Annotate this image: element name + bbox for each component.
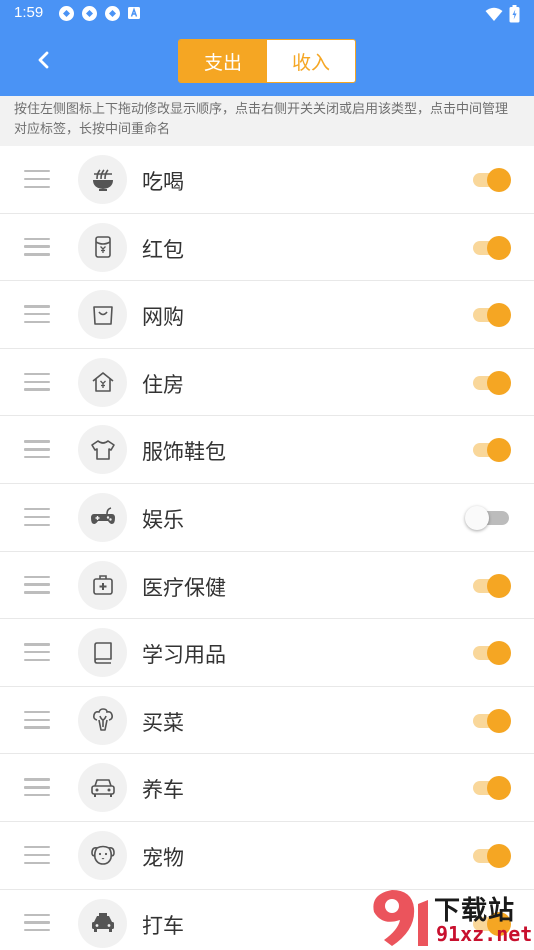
system-icons [485,5,520,27]
category-name[interactable]: 医疗保健 [142,572,226,602]
status-bar: 1:59 [0,0,534,28]
drag-handle-icon[interactable] [24,643,50,663]
drag-handle-icon[interactable] [24,575,50,596]
category-icon-button[interactable] [78,357,127,407]
drag-handle-icon[interactable] [24,372,50,393]
instruction-text: 按住左侧图标上下拖动修改显示顺序，点击右侧开关关闭或启用该类型，点击中间管理对应… [0,96,534,146]
category-row: 宠物 [0,821,534,890]
category-name[interactable]: 娱乐 [142,504,184,534]
house-icon [92,372,113,393]
notification-icons [58,5,144,22]
category-name[interactable]: 住房 [142,369,184,399]
drag-handle-icon[interactable] [24,305,50,325]
keyboard-notification-icon [127,5,144,22]
noodle-bowl-icon [92,168,113,191]
category-toggle[interactable] [471,573,511,598]
drag-handle-icon[interactable] [24,237,50,258]
category-icon-button[interactable] [78,155,127,204]
category-icon-button[interactable] [78,830,127,880]
category-toggle[interactable] [471,438,511,463]
category-toggle[interactable] [471,370,511,395]
category-name[interactable]: 宠物 [142,842,184,872]
category-name[interactable]: 打车 [142,910,184,940]
category-toggle[interactable] [465,505,511,530]
category-toggle[interactable] [471,843,511,868]
category-icon-button[interactable] [78,898,127,948]
category-name[interactable]: 网购 [142,301,184,331]
category-row: 娱乐 [0,483,534,552]
category-toggle[interactable] [471,776,511,801]
category-toggle[interactable] [471,168,511,192]
category-name[interactable]: 吃喝 [142,166,184,196]
drag-handle-icon[interactable] [24,507,50,528]
chevron-left-icon [38,51,49,69]
category-toggle[interactable] [471,911,511,936]
category-row: 住房 [0,348,534,417]
category-name[interactable]: 买菜 [142,707,184,737]
gamepad-icon [90,507,115,525]
category-row: 红包 [0,213,534,282]
category-icon-button[interactable] [78,763,127,813]
category-row: 养车 [0,754,534,822]
category-icon-button[interactable] [78,560,127,610]
category-row: 学习用品 [0,619,534,687]
app-bar: 支出 收入 [0,28,534,96]
category-row: 买菜 [0,686,534,755]
medical-kit-icon [92,575,113,595]
category-icon-button[interactable] [78,290,127,340]
category-icon-button[interactable] [78,628,127,678]
category-name[interactable]: 养车 [142,774,184,804]
category-row: 医疗保健 [0,551,534,620]
category-row: 打车 [0,889,534,950]
wifi-icon [485,7,503,26]
category-toggle[interactable] [471,708,511,733]
type-segmented-control: 支出 收入 [178,39,356,83]
category-toggle[interactable] [471,235,511,260]
drag-handle-icon[interactable] [24,778,50,798]
car-icon [90,779,115,797]
book-icon [93,641,112,664]
category-list: 吃喝 红包 网购 住房 服饰鞋包 娱乐 医疗保健 学习用品 买菜 养车 宠物 打… [0,146,534,950]
category-icon-button[interactable] [78,695,127,745]
category-row: 吃喝 [0,146,534,214]
category-icon-button[interactable] [78,222,127,272]
status-time: 1:59 [14,4,44,21]
shopping-bag-icon [92,305,113,325]
drag-handle-icon[interactable] [24,913,50,934]
dog-icon [90,846,115,866]
broccoli-icon [92,708,113,732]
battery-icon [509,5,520,27]
category-toggle[interactable] [471,641,511,666]
back-button[interactable] [26,42,62,78]
category-icon-button[interactable] [78,492,127,542]
category-row: 网购 [0,281,534,349]
tshirt-icon [90,440,115,460]
drag-handle-icon[interactable] [24,170,50,190]
tab-income[interactable]: 收入 [267,40,355,82]
category-icon-button[interactable] [78,425,127,475]
category-toggle[interactable] [471,303,511,328]
app-notification-icon [81,5,98,22]
app-notification-icon [58,5,75,22]
app-notification-icon [104,5,121,22]
category-name[interactable]: 红包 [142,234,184,264]
category-row: 服饰鞋包 [0,416,534,484]
taxi-icon [91,913,114,933]
red-envelope-icon [94,236,111,258]
drag-handle-icon[interactable] [24,710,50,731]
tab-expense[interactable]: 支出 [179,40,267,82]
category-name[interactable]: 学习用品 [142,639,226,669]
category-name[interactable]: 服饰鞋包 [142,436,226,466]
drag-handle-icon[interactable] [24,440,50,460]
drag-handle-icon[interactable] [24,845,50,866]
